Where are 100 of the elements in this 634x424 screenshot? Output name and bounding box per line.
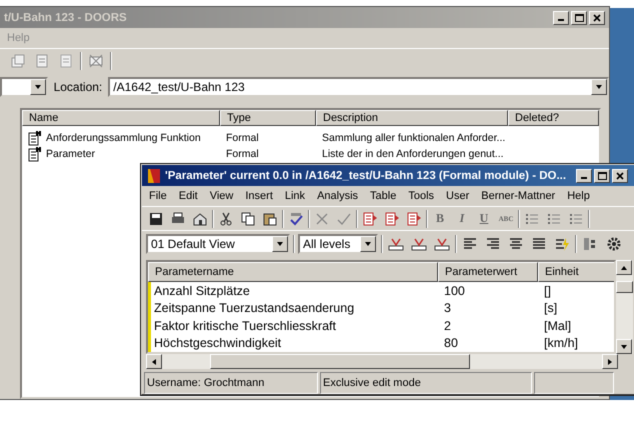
status-text: Username: Grochtmann [144, 372, 318, 394]
table-cell-text: Liste der in den Anforderungen genut... [321, 148, 504, 160]
module-icon [28, 146, 44, 162]
level-dropdown[interactable]: All levels [298, 234, 378, 254]
horizontal-scrollbar[interactable] [146, 354, 618, 369]
doors-logo-icon [146, 168, 162, 184]
table-cell-text: 2 [443, 318, 452, 333]
menu-item[interactable]: Berner-Mattner [476, 189, 560, 203]
module-name[interactable]: Parameter [46, 148, 96, 160]
column-header[interactable]: Parametername [148, 262, 438, 282]
home-icon [192, 210, 208, 226]
table-cell-text: Faktor kritische Tuerschliesskraft [153, 318, 337, 333]
menu-item[interactable]: Help [562, 189, 595, 203]
minimize-button[interactable] [576, 168, 592, 182]
window-title: t/U-Bahn 123 - DOORS [4, 12, 127, 24]
menu-item[interactable]: View [204, 189, 238, 203]
vertical-scrollbar[interactable] [616, 260, 633, 354]
minimize-button[interactable] [553, 10, 569, 24]
scroll-thumb[interactable] [210, 354, 470, 369]
table-cell-text: Anzahl Sitzplätze [153, 284, 251, 298]
table-cell-text: Zeitspanne Tuerzustandsaenderung [153, 301, 356, 316]
scroll-down-button[interactable] [616, 339, 632, 354]
scroll-up-icon [620, 264, 628, 272]
lightning-icon [554, 236, 570, 252]
column-header[interactable]: Parameterwert [438, 262, 538, 282]
document-icon [58, 52, 74, 68]
dropdown-arrow-icon [595, 83, 603, 91]
table-cell-text: [km/h] [543, 336, 580, 350]
scroll-down-icon [620, 342, 628, 350]
table-cell-text: 100 [443, 284, 466, 298]
maximize-button[interactable] [594, 168, 610, 182]
format-button[interactable]: B [430, 208, 450, 228]
dropdown-arrow-icon [34, 83, 42, 91]
align-right-icon [485, 236, 501, 252]
format-button[interactable]: U [474, 208, 494, 228]
close-icon [593, 14, 601, 22]
menu-item[interactable]: User [441, 189, 474, 203]
dropdown-arrow-icon [364, 240, 372, 248]
table-cell-text: 3 [443, 301, 452, 316]
table-cell-text: Sammlung aller funktionalen Anforder... [321, 132, 506, 144]
maximize-icon [598, 172, 606, 180]
module-icon [28, 130, 44, 146]
menu-item[interactable]: Analysis [312, 189, 364, 203]
window-title: 'Parameter' current 0.0 in /A1642_test/U-Bahn 123 (Formal module) - DO... [165, 170, 566, 182]
scroll-right-icon [606, 358, 614, 366]
menu-item[interactable]: Tools [403, 189, 440, 203]
menu-item[interactable]: Edit [174, 189, 203, 203]
minimize-icon [558, 19, 564, 21]
document-arrow-icon [362, 210, 378, 226]
table-cell-text: 80 [443, 336, 459, 350]
menu-item[interactable]: Insert [240, 189, 278, 203]
spellcheck-icon [288, 210, 304, 226]
copy-icon [240, 210, 256, 226]
status-text: Exclusive edit mode [320, 372, 532, 394]
column-header[interactable]: Name [22, 110, 220, 126]
column-header[interactable]: Deleted? [508, 110, 599, 126]
scroll-thumb[interactable] [616, 281, 633, 293]
maximize-button[interactable] [571, 10, 587, 24]
table-cell-text: [s] [543, 301, 558, 316]
close-icon [616, 172, 624, 180]
gear-icon [605, 236, 621, 252]
menu-item[interactable]: Link [280, 189, 310, 203]
menu-item[interactable]: File [144, 189, 172, 203]
document-arrow-icon [406, 210, 422, 226]
stack-icon [10, 52, 26, 68]
scroll-up-button[interactable] [616, 260, 632, 275]
justify-icon [531, 236, 547, 252]
document-icon [34, 52, 50, 68]
module-name[interactable]: Anforderungssammlung Funktion [46, 132, 201, 144]
cross-icon [314, 210, 330, 226]
table-cell-text: Höchstgeschwindigkeit [153, 336, 282, 350]
split-icon [582, 236, 598, 252]
align-left-icon [462, 236, 478, 252]
column-header[interactable]: Einheit [538, 262, 614, 282]
view-dropdown[interactable]: 01 Default View [146, 234, 290, 254]
maximize-icon [574, 14, 584, 22]
paste-icon [262, 210, 278, 226]
document-arrow-icon [384, 210, 400, 226]
location-field[interactable]: /A1642_test/U-Bahn 123 [108, 77, 609, 97]
dropdown-arrow-icon [276, 240, 284, 248]
table-cell-text: [Mal] [543, 318, 572, 333]
scroll-left-icon [150, 358, 158, 366]
format-button[interactable]: I [452, 208, 472, 228]
crossed-icon [88, 52, 104, 68]
close-button[interactable] [589, 10, 605, 24]
scroll-left-button[interactable] [146, 354, 162, 369]
column-header[interactable]: Description [316, 110, 508, 126]
table-cell-text: [] [543, 284, 552, 298]
align-center-icon [508, 236, 524, 252]
save-icon [148, 210, 164, 226]
scissors-icon [218, 210, 234, 226]
close-button[interactable] [612, 168, 628, 182]
column-header[interactable]: Type [220, 110, 316, 126]
location-label: Location: [54, 80, 102, 94]
dropdown-field[interactable] [0, 77, 48, 97]
menu-item[interactable]: Table [365, 189, 402, 203]
table-cell-text: Formal [225, 132, 259, 144]
table-cell-text: Formal [225, 148, 259, 160]
scroll-right-button[interactable] [602, 354, 618, 369]
minimize-icon [581, 177, 587, 179]
